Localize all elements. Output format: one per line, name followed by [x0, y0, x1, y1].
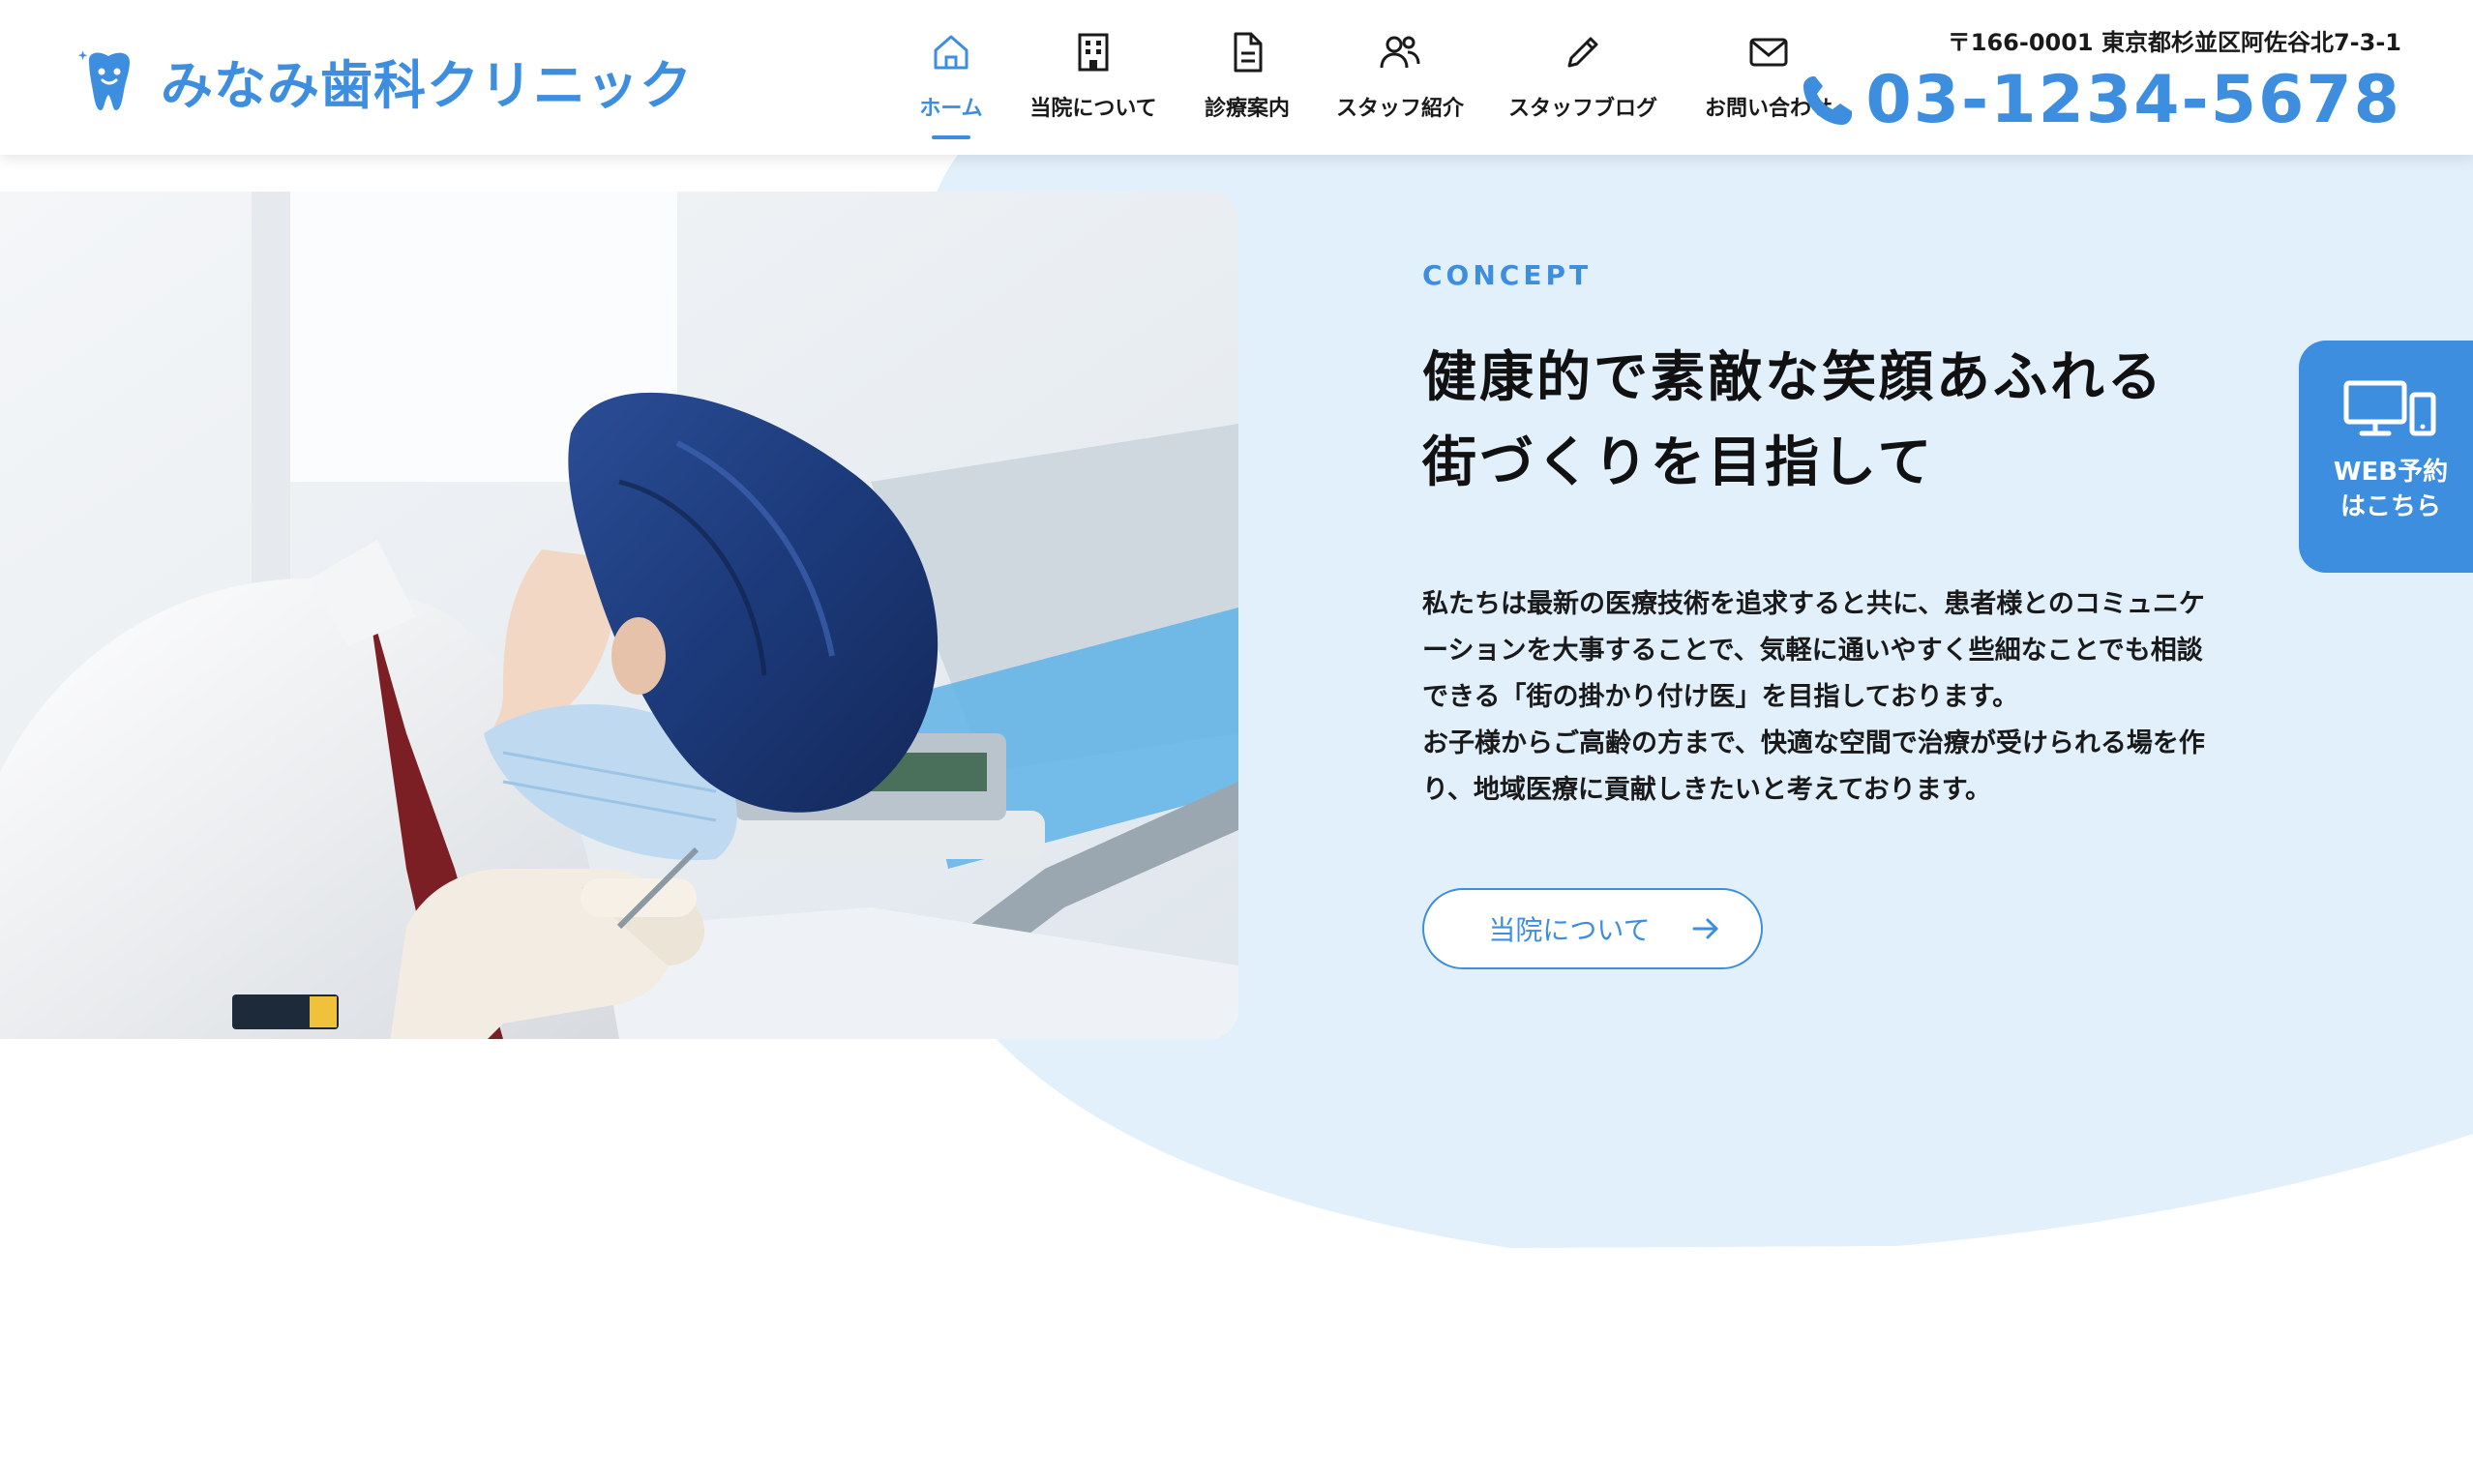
nav-about-label: 当院について: [1029, 97, 1157, 121]
arrow-right-icon: [1692, 918, 1718, 939]
concept-body: 私たちは最新の医療技術を追求すると共に、患者様とのコミュニケーションを大事するこ…: [1422, 589, 2205, 805]
nav-services[interactable]: 診療案内: [1202, 29, 1293, 145]
mail-icon: [1749, 38, 1788, 67]
nav-home[interactable]: ホーム: [913, 29, 989, 145]
concept-label: CONCEPT: [1422, 259, 1593, 291]
nav-active-indicator: [932, 135, 970, 139]
nav-staff-label: スタッフ紹介: [1335, 97, 1464, 121]
web-reservation-label: WEB予約 はこちら: [2333, 458, 2449, 521]
clinic-address: 〒166-0001 東京都杉並区阿佐谷北7-3-1: [1947, 29, 2401, 56]
header-contact: 〒166-0001 東京都杉並区阿佐谷北7-3-1 03-1234-5678: [1800, 23, 2401, 134]
nav-blog[interactable]: スタッフブログ: [1507, 29, 1658, 145]
about-clinic-button-label: 当院について: [1488, 914, 1651, 946]
logo-text: みなみ歯科クリニック: [161, 54, 693, 116]
site-header: みなみ歯科クリニック ホーム 当院について 診療案内 スタッフ紹介 スタッフブロ…: [0, 0, 2473, 155]
nav-about[interactable]: 当院について: [1028, 29, 1159, 145]
phone-number: 03-1234-5678: [1865, 62, 2401, 138]
nav-blog-label: スタッフブログ: [1507, 97, 1657, 121]
building-icon: [1078, 33, 1109, 72]
concept-section: CONCEPT 健康的で素敵な笑顔あふれる 街づくりを目指して 私たちは最新の医…: [1422, 259, 2216, 969]
home-icon: [934, 35, 968, 70]
pencil-icon: [1567, 37, 1598, 68]
dentist-photo-illustration: [0, 192, 1238, 1039]
site-logo[interactable]: みなみ歯科クリニック: [75, 46, 693, 116]
web-reservation-tab[interactable]: WEB予約 はこちら: [2299, 341, 2473, 573]
document-icon: [1234, 32, 1263, 73]
hero-photo: [0, 192, 1238, 1039]
tooth-logo-icon: [77, 50, 130, 110]
about-clinic-button[interactable]: 当院について: [1422, 888, 1763, 969]
concept-title: 健康的で素敵な笑顔あふれる 街づくりを目指して: [1422, 346, 2164, 494]
devices-icon: [2343, 380, 2436, 436]
nav-home-label: ホーム: [919, 97, 983, 121]
nav-staff[interactable]: スタッフ紹介: [1335, 29, 1465, 145]
nav-services-label: 診療案内: [1204, 97, 1290, 121]
phone-icon: [1803, 76, 1853, 125]
users-icon: [1380, 36, 1420, 69]
phone-link[interactable]: 03-1234-5678: [1800, 67, 2401, 134]
